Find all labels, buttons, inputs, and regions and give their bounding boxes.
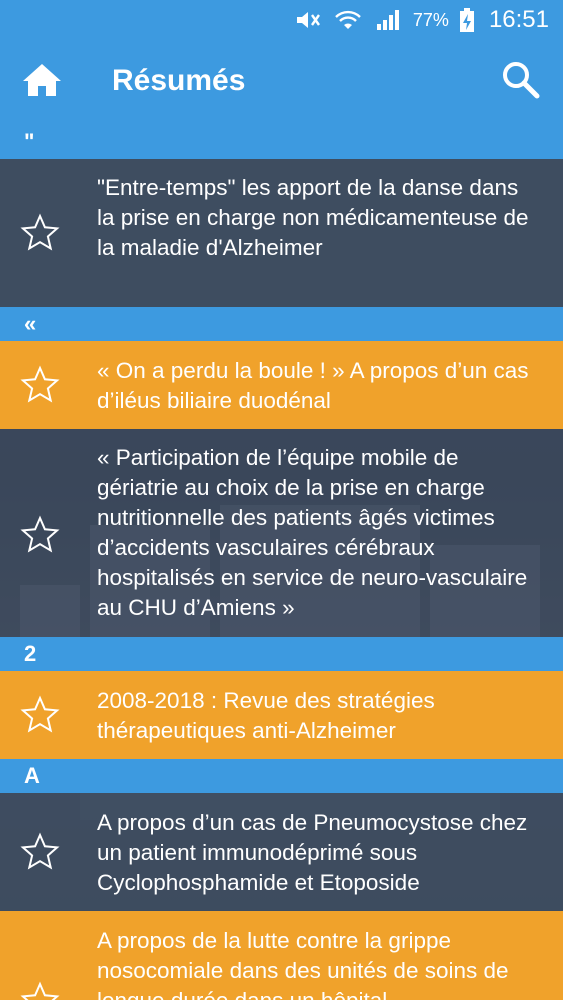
item-title: « Participation de l’équipe mobile de gé…	[97, 445, 528, 620]
clock: 16:51	[488, 6, 549, 33]
item-title: « On a perdu la boule ! » A propos d’un …	[97, 358, 529, 413]
app-bar: Résumés	[0, 40, 563, 125]
page-title: Résumés	[112, 64, 246, 97]
list-item[interactable]: A propos d’un cas de Pneumocystose chez …	[0, 793, 563, 911]
section-header: «	[0, 307, 563, 341]
home-icon	[23, 64, 61, 96]
item-title: A propos d’un cas de Pneumocystose chez …	[97, 810, 528, 895]
list-item[interactable]: A propos de la lutte contre la grippe no…	[0, 911, 563, 1000]
star-icon[interactable]	[20, 213, 60, 253]
summary-list[interactable]: " "Entre-temps" les apport de la danse d…	[0, 125, 563, 1000]
section-header: "	[0, 125, 563, 159]
star-icon[interactable]	[20, 981, 60, 1000]
section-header-label: A	[24, 763, 40, 788]
section-header: 2	[0, 637, 563, 671]
battery-charging-icon	[459, 8, 475, 32]
list-item[interactable]: 2008-2018 : Revue des stratégies thérape…	[0, 671, 563, 759]
star-icon[interactable]	[20, 695, 60, 735]
section-header-label: "	[24, 129, 35, 154]
list-item[interactable]: « On a perdu la boule ! » A propos d’un …	[0, 341, 563, 429]
section-header: A	[0, 759, 563, 793]
star-icon[interactable]	[20, 365, 60, 405]
list-item[interactable]: « Participation de l’équipe mobile de gé…	[0, 429, 563, 637]
search-icon	[503, 62, 540, 99]
item-title: 2008-2018 : Revue des stratégies thérape…	[97, 688, 435, 743]
battery-percent: 77%	[412, 9, 449, 30]
signal-icon	[373, 8, 403, 32]
wifi-icon	[333, 8, 363, 32]
mute-icon	[293, 8, 323, 32]
search-button[interactable]	[501, 60, 545, 104]
status-bar: 77% 16:51	[0, 0, 563, 40]
item-title: A propos de la lutte contre la grippe no…	[97, 928, 509, 1000]
star-icon[interactable]	[20, 832, 60, 872]
item-title: "Entre-temps" les apport de la danse dan…	[97, 175, 529, 260]
home-button[interactable]	[22, 62, 66, 102]
list-item[interactable]: "Entre-temps" les apport de la danse dan…	[0, 159, 563, 307]
section-header-label: «	[24, 311, 37, 336]
star-icon[interactable]	[20, 515, 60, 555]
section-header-label: 2	[24, 641, 37, 666]
